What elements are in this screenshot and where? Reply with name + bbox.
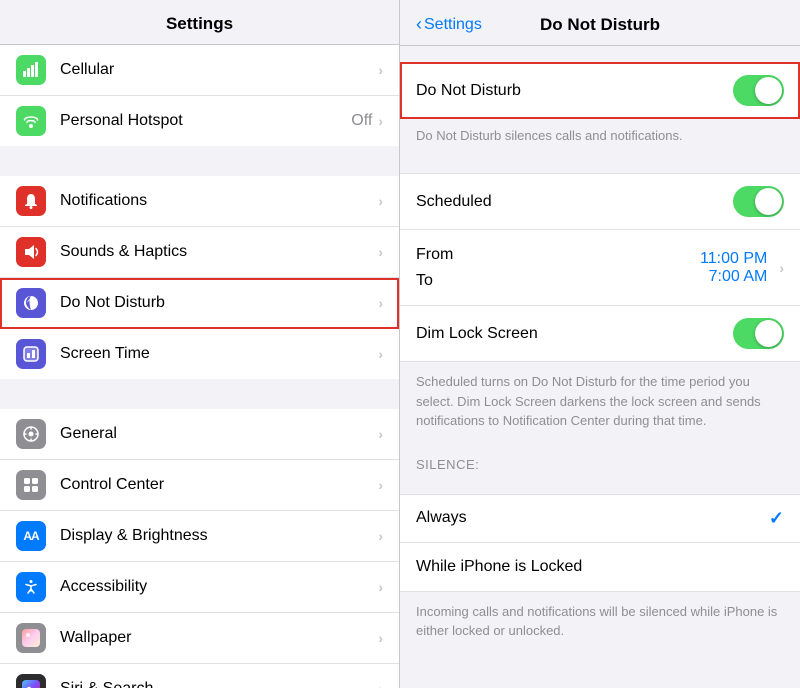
sidebar-item-control[interactable]: Control Center ›: [0, 460, 399, 511]
header-wrapper: ‹ Settings Do Not Disturb: [416, 14, 784, 35]
group-alerts: Notifications › Sounds & Haptics ›: [0, 176, 399, 379]
separator-1: [0, 146, 399, 176]
while-locked-description: Incoming calls and notifications will be…: [400, 592, 800, 653]
sidebar-item-general[interactable]: General ›: [0, 409, 399, 460]
wallpaper-chevron: ›: [378, 630, 383, 646]
always-checkmark: ✓: [769, 508, 784, 529]
notifications-label: Notifications: [60, 192, 378, 210]
display-icon: AA: [16, 521, 46, 551]
scheduled-toggle-knob: [755, 188, 782, 215]
cellular-chevron: ›: [378, 62, 383, 78]
always-label: Always: [416, 509, 769, 527]
dnd-description: Do Not Disturb silences calls and notifi…: [400, 119, 800, 157]
control-icon: [16, 470, 46, 500]
hotspot-chevron: ›: [378, 113, 383, 129]
from-label: From: [416, 242, 700, 268]
back-chevron-icon: ‹: [416, 14, 422, 35]
from-time: 11:00 PM: [700, 250, 767, 268]
notifications-icon: [16, 186, 46, 216]
silence-header: SILENCE:: [400, 443, 800, 478]
hotspot-label: Personal Hotspot: [60, 112, 351, 130]
accessibility-label: Accessibility: [60, 578, 378, 596]
back-button[interactable]: ‹ Settings: [416, 14, 482, 35]
left-header: Settings: [0, 0, 399, 45]
scheduled-section: Scheduled From To 11:00 PM 7:00 AM › Dim…: [400, 173, 800, 362]
to-time: 7:00 AM: [709, 268, 768, 286]
dim-lock-label: Dim Lock Screen: [416, 325, 733, 343]
sidebar-item-sounds[interactable]: Sounds & Haptics ›: [0, 227, 399, 278]
hotspot-icon: [16, 106, 46, 136]
sidebar-item-accessibility[interactable]: Accessibility ›: [0, 562, 399, 613]
left-title: Settings: [166, 14, 233, 33]
siri-label: Siri & Search: [60, 680, 378, 688]
wallpaper-label: Wallpaper: [60, 629, 378, 647]
dnd-row-label: Do Not Disturb: [416, 82, 733, 100]
while-locked-label: While iPhone is Locked: [416, 558, 784, 576]
sounds-chevron: ›: [378, 244, 383, 260]
dim-lock-row[interactable]: Dim Lock Screen: [400, 306, 800, 361]
time-values: 11:00 PM 7:00 AM: [700, 250, 773, 286]
silence-section: Always ✓ While iPhone is Locked: [400, 494, 800, 592]
scheduled-row[interactable]: Scheduled: [400, 174, 800, 230]
scheduled-toggle[interactable]: [733, 186, 784, 217]
general-icon: [16, 419, 46, 449]
to-label: To: [416, 268, 700, 294]
dnd-label: Do Not Disturb: [60, 294, 378, 312]
right-panel: ‹ Settings Do Not Disturb Do Not Disturb…: [400, 0, 800, 688]
sounds-icon: [16, 237, 46, 267]
settings-list: Cellular › Personal Hotspot Off ›: [0, 45, 399, 688]
dnd-icon: [16, 288, 46, 318]
sidebar-item-dnd[interactable]: Do Not Disturb ›: [0, 278, 399, 329]
while-locked-row[interactable]: While iPhone is Locked: [400, 543, 800, 591]
scheduled-label: Scheduled: [416, 193, 733, 211]
right-title: Do Not Disturb: [540, 15, 660, 35]
control-label: Control Center: [60, 476, 378, 494]
hotspot-value: Off: [351, 112, 372, 130]
sidebar-item-hotspot[interactable]: Personal Hotspot Off ›: [0, 96, 399, 146]
dnd-toggle-row[interactable]: Do Not Disturb: [400, 62, 800, 119]
screentime-label: Screen Time: [60, 345, 378, 363]
sidebar-item-wallpaper[interactable]: Wallpaper ›: [0, 613, 399, 664]
group-system: General › Control Center ›: [0, 409, 399, 688]
back-label: Settings: [424, 16, 482, 34]
dnd-chevron: ›: [378, 295, 383, 311]
wallpaper-icon: [16, 623, 46, 653]
screentime-icon: [16, 339, 46, 369]
siri-icon: [16, 674, 46, 688]
accessibility-chevron: ›: [378, 579, 383, 595]
dnd-section: Do Not Disturb Do Not Disturb silences c…: [400, 62, 800, 157]
from-to-row[interactable]: From To 11:00 PM 7:00 AM ›: [400, 230, 800, 306]
right-header: ‹ Settings Do Not Disturb: [400, 0, 800, 46]
from-to-labels: From To: [416, 242, 700, 293]
general-chevron: ›: [378, 426, 383, 442]
screentime-chevron: ›: [378, 346, 383, 362]
sidebar-item-screentime[interactable]: Screen Time ›: [0, 329, 399, 379]
sidebar-item-display[interactable]: AA Display & Brightness ›: [0, 511, 399, 562]
dnd-toggle-knob: [755, 77, 782, 104]
cellular-label: Cellular: [60, 61, 378, 79]
accessibility-icon: [16, 572, 46, 602]
display-label: Display & Brightness: [60, 527, 378, 545]
sidebar-item-notifications[interactable]: Notifications ›: [0, 176, 399, 227]
dim-lock-toggle[interactable]: [733, 318, 784, 349]
control-chevron: ›: [378, 477, 383, 493]
scheduled-description: Scheduled turns on Do Not Disturb for th…: [400, 362, 800, 443]
from-to-chevron: ›: [779, 260, 784, 276]
sidebar-item-siri[interactable]: Siri & Search ›: [0, 664, 399, 688]
separator-2: [0, 379, 399, 409]
always-row[interactable]: Always ✓: [400, 495, 800, 543]
sounds-label: Sounds & Haptics: [60, 243, 378, 261]
cellular-icon: [16, 55, 46, 85]
dim-lock-toggle-knob: [755, 320, 782, 347]
notifications-chevron: ›: [378, 193, 383, 209]
dnd-toggle[interactable]: [733, 75, 784, 106]
display-chevron: ›: [378, 528, 383, 544]
general-label: General: [60, 425, 378, 443]
left-panel: Settings Cellular ›: [0, 0, 400, 688]
group-connectivity: Cellular › Personal Hotspot Off ›: [0, 45, 399, 146]
siri-chevron: ›: [378, 681, 383, 688]
sidebar-item-cellular[interactable]: Cellular ›: [0, 45, 399, 96]
